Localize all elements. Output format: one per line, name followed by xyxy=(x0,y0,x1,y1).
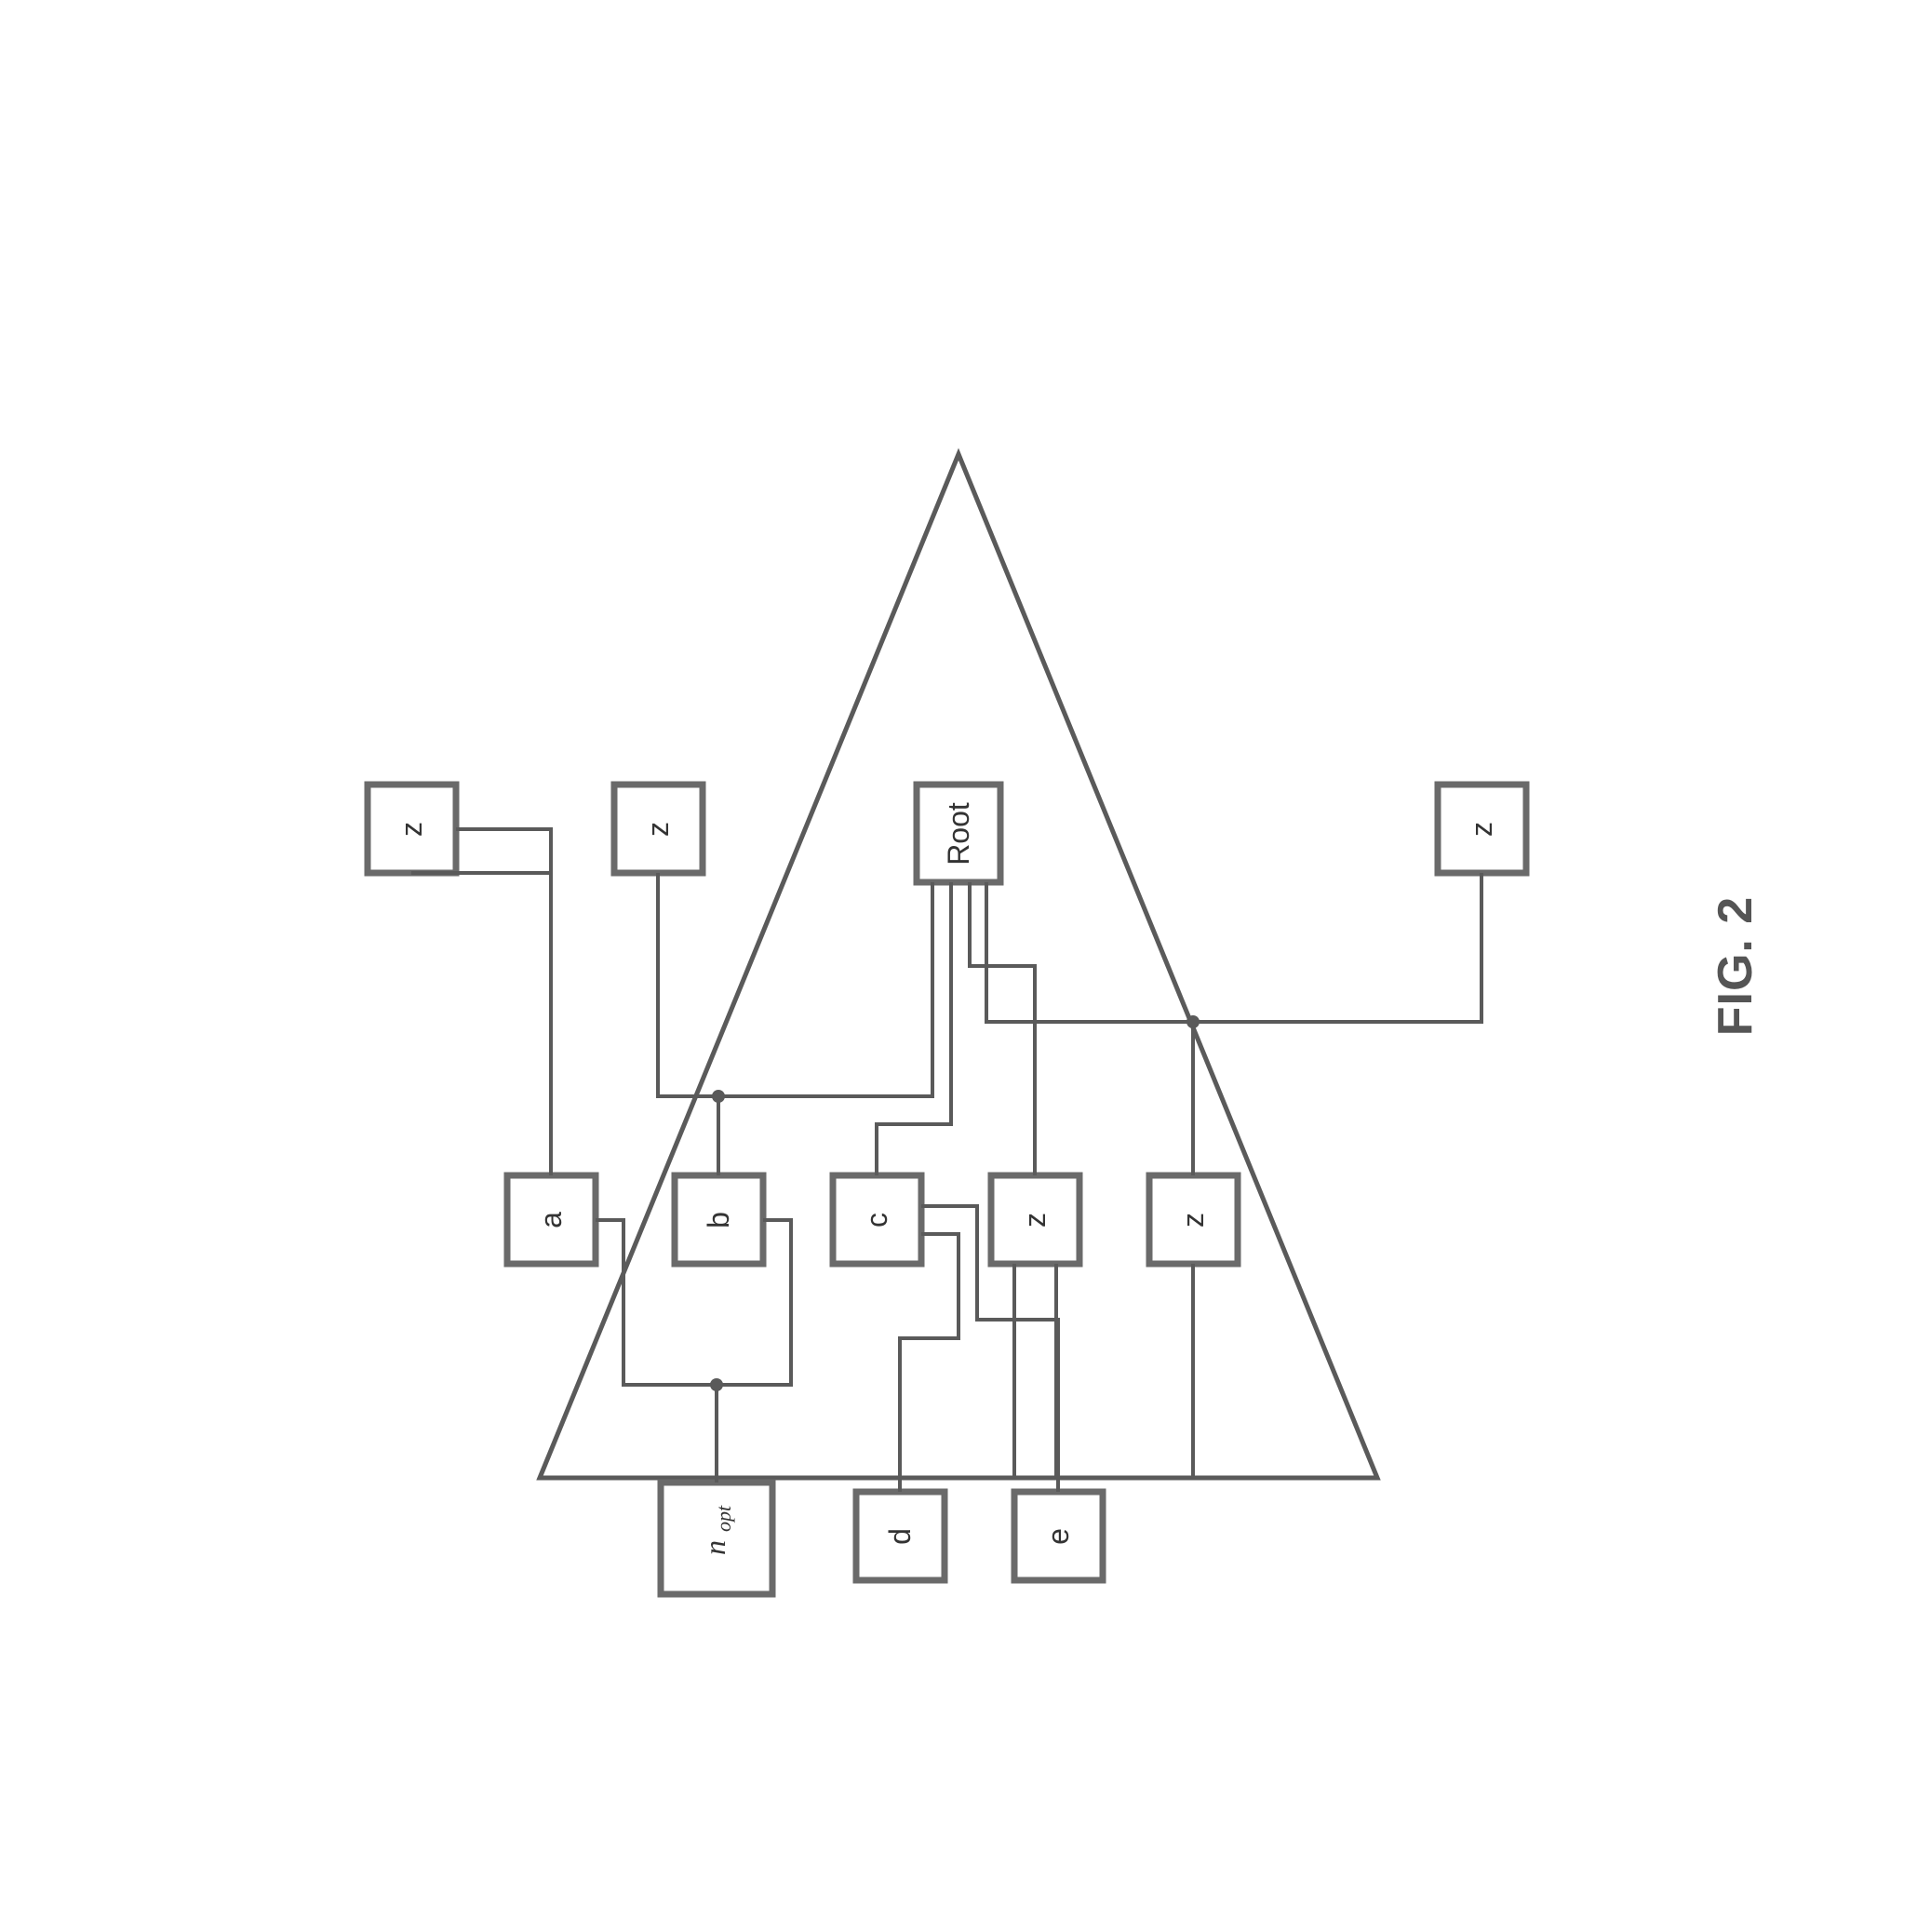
node-a: a xyxy=(507,1175,596,1264)
node-z-bottom-label: z xyxy=(1465,822,1498,837)
node-z-low: z xyxy=(1149,1175,1238,1264)
wire-b-root xyxy=(718,882,932,1096)
node-z-top: z xyxy=(368,785,456,873)
wire-c-root xyxy=(877,882,951,1175)
node-nopt: n opt xyxy=(661,1483,772,1594)
node-nopt-n: n xyxy=(698,1540,731,1555)
node-d-label: d xyxy=(883,1528,917,1545)
node-z-bottom: z xyxy=(1438,785,1526,873)
wire-zlow-root xyxy=(986,882,1193,1175)
node-root: Root xyxy=(917,785,1000,882)
node-z-mid: z xyxy=(991,1175,1079,1264)
wire-zmid-root xyxy=(970,882,1035,1175)
node-z-right-1-label: z xyxy=(641,822,675,837)
node-e-label: e xyxy=(1041,1528,1075,1545)
node-e: e xyxy=(1014,1492,1103,1580)
node-z-low-label: z xyxy=(1176,1213,1210,1228)
node-z-right-1: z xyxy=(614,785,703,873)
node-z-mid-label: z xyxy=(1018,1213,1052,1228)
wire-a-to-ztop xyxy=(456,829,551,1175)
junction-nopt xyxy=(710,1378,723,1391)
node-z-top-label: z xyxy=(395,822,428,837)
wire-b-zright1 xyxy=(658,873,718,1175)
node-b-label: b xyxy=(702,1212,735,1228)
wire-c-d xyxy=(900,1234,958,1492)
node-root-label: Root xyxy=(942,802,975,865)
diagram-svg: Root z a z b c z xyxy=(307,315,1610,1617)
figure-caption: FIG. 2 xyxy=(1708,896,1763,1036)
node-c: c xyxy=(833,1175,921,1264)
diagram-stage: Root z a z b c z xyxy=(307,315,1610,1617)
wire-zlow-zbottom xyxy=(1193,873,1481,1022)
node-c-label: c xyxy=(860,1213,893,1228)
node-d: d xyxy=(856,1492,945,1580)
node-nopt-sub: opt xyxy=(712,1505,735,1532)
node-b: b xyxy=(675,1175,763,1264)
node-a-label: a xyxy=(534,1212,568,1228)
wire-a-ztop xyxy=(411,873,551,1175)
